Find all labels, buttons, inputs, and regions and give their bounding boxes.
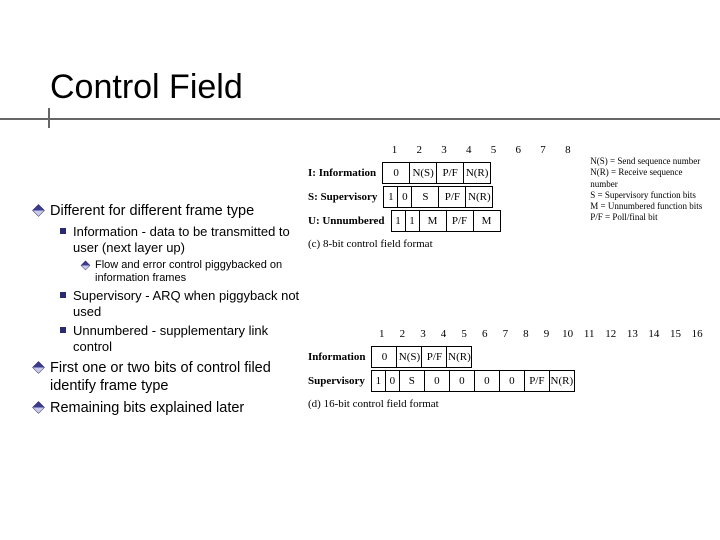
legend-line: M = Unnumbered function bits: [590, 201, 708, 212]
row-label: Supervisory: [308, 375, 371, 387]
legend-line: N(R) = Receive sequence number: [590, 167, 708, 190]
bit-cell: 1: [391, 211, 405, 232]
bit-cell: 0: [372, 347, 397, 368]
bullet-text: Flow and error control piggybacked on in…: [95, 259, 304, 287]
bit-cell: P/F: [422, 347, 447, 368]
bit-cell: S: [399, 371, 424, 392]
figure-caption: (c) 8-bit control field format: [308, 238, 580, 250]
bit-cell: N(S): [410, 163, 437, 184]
bit-cell: 0: [474, 371, 499, 392]
col-num: 13: [622, 324, 644, 344]
diamond-icon: [81, 260, 91, 270]
col-num: 8: [516, 324, 537, 344]
slide-title: Control Field: [50, 68, 243, 107]
diamond-icon: [32, 402, 45, 415]
legend: N(S) = Send sequence number N(R) = Recei…: [590, 156, 708, 224]
bullet-text: First one or two bits of control filed i…: [50, 359, 304, 395]
col-num: 12: [600, 324, 622, 344]
col-num: 3: [413, 324, 434, 344]
bit-cell: N(R): [549, 371, 574, 392]
col-num: 11: [578, 324, 600, 344]
legend-line: P/F = Poll/final bit: [590, 212, 708, 223]
bit-cell: P/F: [439, 187, 466, 208]
diamond-icon: [32, 361, 45, 374]
bit-cell: 0: [424, 371, 449, 392]
bit-cell: 0: [499, 371, 524, 392]
col-num: 7: [495, 324, 516, 344]
bit-cell: 0: [385, 371, 399, 392]
row-label: U: Unnumbered: [308, 215, 391, 227]
legend-line: N(S) = Send sequence number: [590, 156, 708, 167]
row-label: I: Information: [308, 167, 382, 179]
bit-cell: M: [419, 211, 446, 232]
bit-cell: 1: [405, 211, 419, 232]
col-num: 7: [531, 140, 556, 160]
square-icon: [60, 327, 66, 333]
bullet-area: Different for different frame type Infor…: [34, 198, 304, 422]
col-num: 6: [474, 324, 495, 344]
col-num: 6: [506, 140, 531, 160]
slide: Control Field Different for different fr…: [0, 0, 720, 540]
col-num: 5: [481, 140, 506, 160]
col-num: 8: [555, 140, 580, 160]
bit-cell: 1: [384, 187, 398, 208]
legend-line: S = Supervisory function bits: [590, 190, 708, 201]
bullet-text: Remaining bits explained later: [50, 399, 244, 417]
bit-cell: N(R): [447, 347, 472, 368]
row-label: S: Supervisory: [308, 191, 383, 203]
bit-cell: P/F: [437, 163, 464, 184]
col-num: 15: [665, 324, 687, 344]
bit-cell: P/F: [446, 211, 473, 232]
bit-cell: 0: [398, 187, 412, 208]
figure-8bit: I: Information 1 2 3 4 5 6 7 8 I: Inform…: [308, 138, 708, 250]
col-num: 3: [432, 140, 457, 160]
col-num: 1: [382, 140, 407, 160]
bit-cell: N(R): [464, 163, 491, 184]
square-icon: [60, 228, 66, 234]
bit-cell: 1: [371, 371, 385, 392]
bullet-text: Unnumbered - supplementary link control: [73, 323, 304, 356]
title-tick: [48, 108, 50, 128]
bit-cell: 0: [383, 163, 410, 184]
col-num: 9: [536, 324, 557, 344]
col-num: 1: [371, 324, 392, 344]
col-num: 2: [392, 324, 413, 344]
bullet-text: Different for different frame type: [50, 202, 254, 220]
bit-cell: N(S): [397, 347, 422, 368]
col-num: 10: [557, 324, 579, 344]
col-num: 2: [407, 140, 432, 160]
square-icon: [60, 292, 66, 298]
bit-cell: 0: [449, 371, 474, 392]
title-underline: [0, 118, 720, 120]
figure-caption: (d) 16-bit control field format: [308, 398, 708, 410]
col-num: 4: [456, 140, 481, 160]
bullet-text: Supervisory - ARQ when piggyback not use…: [73, 288, 304, 321]
col-num: 4: [433, 324, 454, 344]
bit-cell: S: [412, 187, 439, 208]
bit-cell: P/F: [524, 371, 549, 392]
diamond-icon: [32, 204, 45, 217]
col-num: 5: [454, 324, 475, 344]
bullet-text: Information - data to be transmitted to …: [73, 224, 304, 257]
col-num: 14: [643, 324, 665, 344]
row-label: Information: [308, 351, 371, 363]
bit-cell: M: [473, 211, 500, 232]
col-num: 16: [686, 324, 708, 344]
bit-cell: N(R): [466, 187, 493, 208]
figure-16bit: Information 1 2 3 4 5 6 7 8 9 10 11 12 1…: [308, 322, 708, 410]
